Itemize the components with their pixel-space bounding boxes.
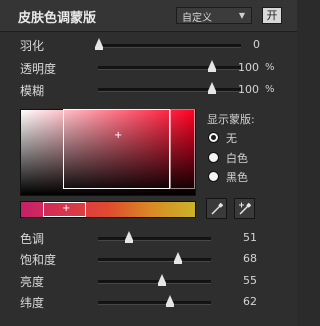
latitude-slider-track[interactable] <box>98 301 211 305</box>
chevron-down-icon: ▼ <box>238 11 245 20</box>
color-field-crosshair: + <box>114 130 123 141</box>
eyedropper-add-button[interactable] <box>234 198 255 219</box>
open-button[interactable]: 开 <box>262 7 282 24</box>
blur-slider-track[interactable] <box>98 88 241 92</box>
opacity-slider-thumb[interactable] <box>208 60 216 69</box>
feather-slider-thumb-base <box>95 47 103 50</box>
hue-label: 色调 <box>20 232 45 246</box>
latitude-label: 纬度 <box>20 296 45 310</box>
brightness-slider-thumb[interactable] <box>158 274 166 283</box>
blur-label: 模糊 <box>20 84 45 98</box>
blur-slider-thumb[interactable] <box>208 82 216 91</box>
feather-value: 0 <box>253 38 260 51</box>
color-selection-box[interactable] <box>63 109 170 189</box>
saturation-label: 饱和度 <box>20 253 57 267</box>
mask-black-radio[interactable] <box>208 171 219 182</box>
mask-white-label: 白色 <box>226 152 248 165</box>
mask-black-label: 黑色 <box>226 171 248 184</box>
brightness-value: 55 <box>243 274 257 287</box>
brightness-label: 亮度 <box>20 275 45 289</box>
panel-title: 皮肤色调蒙版 <box>18 11 97 26</box>
eyedropper-icon <box>211 202 224 215</box>
hue-value: 51 <box>243 231 257 244</box>
hue-slider-thumb-base <box>125 240 133 243</box>
mask-none-radio[interactable] <box>208 132 219 143</box>
saturation-slider-thumb[interactable] <box>174 252 182 261</box>
feather-slider-thumb[interactable] <box>95 38 103 47</box>
hue-bar-crosshair: + <box>62 203 71 214</box>
opacity-slider-track[interactable] <box>98 66 241 70</box>
opacity-slider-thumb-base <box>208 69 216 72</box>
mask-display-title: 显示蒙版: <box>207 113 255 126</box>
brightness-slider-thumb-base <box>158 283 166 286</box>
hue-slider-thumb[interactable] <box>125 231 133 240</box>
hue-slider-track[interactable] <box>98 237 211 241</box>
mask-none-label: 无 <box>226 132 237 145</box>
saturation-slider-thumb-base <box>174 261 182 264</box>
latitude-slider-thumb-base <box>166 304 174 307</box>
color-selection-falloff[interactable] <box>170 109 195 189</box>
opacity-value: 100 <box>238 61 259 74</box>
skin-tone-mask-panel: 皮肤色调蒙版 自定义 ▼ 开 羽化 0 透明度 100 % 模糊 100 % +… <box>0 0 297 326</box>
preset-value: 自定义 <box>182 13 212 24</box>
blur-slider-thumb-base <box>208 91 216 94</box>
mask-white-radio[interactable] <box>208 152 219 163</box>
feather-label: 羽化 <box>20 39 45 53</box>
saturation-slider-track[interactable] <box>98 258 211 262</box>
blur-value: 100 <box>238 83 259 96</box>
saturation-value: 68 <box>243 252 257 265</box>
preset-dropdown[interactable]: 自定义 ▼ <box>176 7 252 24</box>
eyedropper-button[interactable] <box>206 198 227 219</box>
opacity-unit: % <box>265 62 275 73</box>
eyedropper-plus-icon <box>239 202 252 215</box>
blur-unit: % <box>265 84 275 95</box>
feather-slider-track[interactable] <box>98 44 241 48</box>
latitude-value: 62 <box>243 295 257 308</box>
latitude-slider-thumb[interactable] <box>166 295 174 304</box>
opacity-label: 透明度 <box>20 62 57 76</box>
panel-header: 皮肤色调蒙版 自定义 ▼ 开 <box>0 0 297 32</box>
brightness-slider-track[interactable] <box>98 280 211 284</box>
